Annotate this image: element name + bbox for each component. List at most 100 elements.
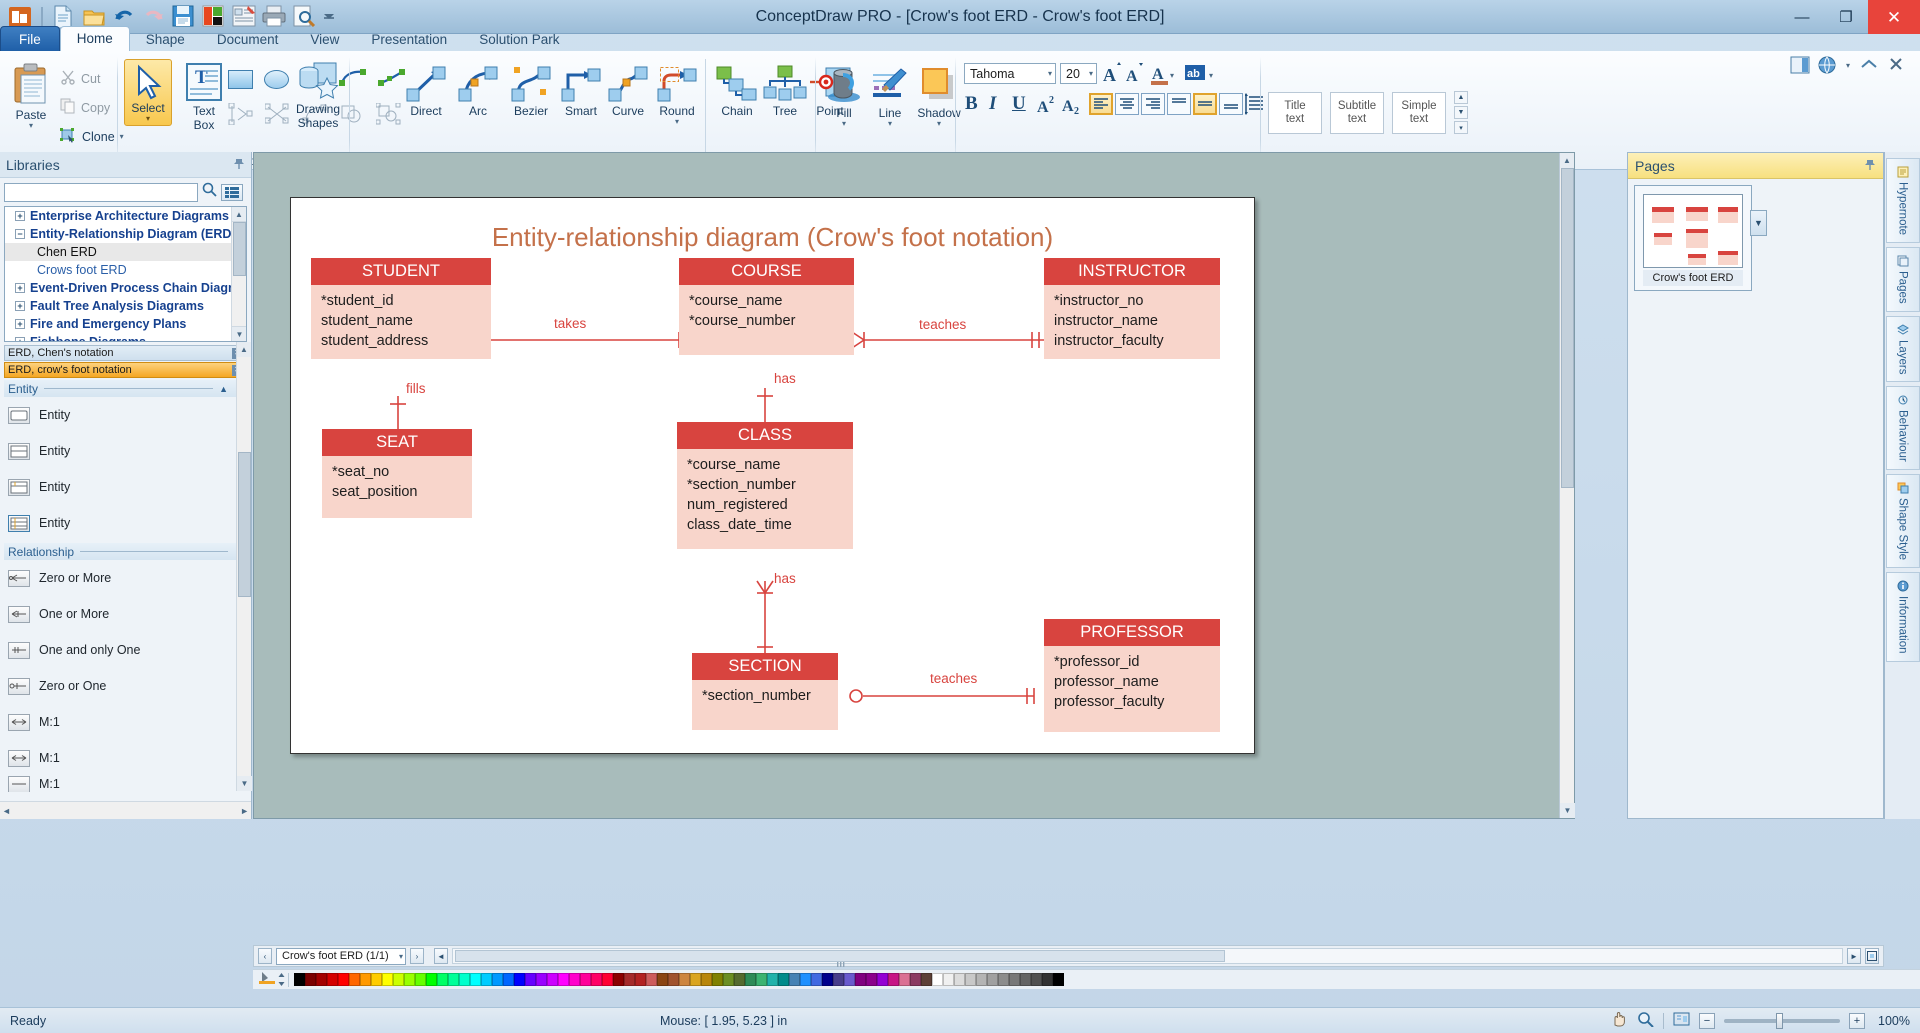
palette-scroll-icon[interactable] bbox=[278, 973, 285, 986]
fit-page-button[interactable] bbox=[1865, 948, 1879, 964]
color-swatch[interactable] bbox=[888, 973, 899, 986]
gallery-more-icon[interactable]: ▾ bbox=[1454, 121, 1468, 134]
clone-button[interactable]: Clone ▾ bbox=[60, 127, 124, 146]
smart-connector-button[interactable]: Smart bbox=[558, 65, 604, 117]
color-swatch[interactable] bbox=[657, 973, 668, 986]
window-controls[interactable]: — ❐ ✕ bbox=[1780, 0, 1920, 34]
color-swatch[interactable] bbox=[910, 973, 921, 986]
entity-instructor[interactable]: INSTRUCTOR *instructor_no instructor_nam… bbox=[1044, 258, 1220, 359]
close-button[interactable]: ✕ bbox=[1868, 0, 1920, 34]
expander-plus-icon[interactable]: + bbox=[15, 319, 25, 329]
color-swatch[interactable] bbox=[734, 973, 745, 986]
shrink-font-button[interactable]: A bbox=[1125, 62, 1145, 89]
list-view-icon[interactable] bbox=[221, 183, 243, 201]
valign-top-button[interactable] bbox=[1167, 93, 1191, 115]
pin-icon[interactable] bbox=[233, 157, 245, 173]
color-swatch[interactable] bbox=[712, 973, 723, 986]
color-swatch[interactable] bbox=[327, 973, 338, 986]
expander-plus-icon[interactable]: + bbox=[15, 211, 25, 221]
color-swatch[interactable] bbox=[349, 973, 360, 986]
library-shape-m-to-1-a[interactable]: M:1 bbox=[0, 704, 251, 740]
gallery-scroll-up-icon[interactable]: ▲ bbox=[1454, 91, 1468, 104]
color-swatch[interactable] bbox=[1031, 973, 1042, 986]
tab-file[interactable]: File bbox=[0, 26, 60, 52]
fill-color-indicator-icon[interactable] bbox=[259, 970, 275, 989]
zoom-in-button[interactable]: + bbox=[1849, 1012, 1865, 1029]
color-swatch[interactable] bbox=[822, 973, 833, 986]
paste-button[interactable]: Paste ▾ bbox=[6, 63, 56, 130]
color-swatch[interactable] bbox=[613, 973, 624, 986]
gallery-item-title-text[interactable]: Title text bbox=[1268, 91, 1322, 134]
scroll-right-button[interactable]: ► bbox=[1847, 948, 1861, 964]
color-swatch[interactable] bbox=[1042, 973, 1053, 986]
tree-item-event-driven-process-chain[interactable]: + Event-Driven Process Chain Diagram bbox=[5, 279, 246, 297]
library-shape-one-and-only-one[interactable]: One and only One bbox=[0, 632, 251, 668]
valign-bottom-button[interactable] bbox=[1219, 93, 1243, 115]
color-swatch[interactable] bbox=[679, 973, 690, 986]
color-swatch[interactable] bbox=[778, 973, 789, 986]
color-swatch[interactable] bbox=[811, 973, 822, 986]
subscript-button[interactable]: A2 bbox=[1062, 95, 1084, 120]
color-swatch[interactable] bbox=[316, 973, 327, 986]
color-swatch[interactable] bbox=[998, 973, 1009, 986]
color-swatch[interactable] bbox=[1020, 973, 1031, 986]
minimize-button[interactable]: — bbox=[1780, 0, 1824, 34]
font-size-select[interactable]: 20 ▾ bbox=[1060, 63, 1097, 84]
color-swatch[interactable] bbox=[646, 973, 657, 986]
color-swatch[interactable] bbox=[503, 973, 514, 986]
page-selector[interactable]: Crow's foot ERD (1/1) ▾ bbox=[276, 947, 406, 965]
font-color-dropdown-icon[interactable]: ▾ bbox=[1170, 71, 1174, 80]
scroll-left-icon[interactable]: ◄ bbox=[2, 806, 11, 816]
grow-font-button[interactable]: A bbox=[1102, 62, 1122, 89]
library-tab-crows-foot-notation[interactable]: ERD, crow's foot notation ✕ bbox=[4, 362, 247, 378]
chevron-up-icon[interactable]: ▲ bbox=[219, 384, 228, 394]
text-style-gallery[interactable]: Title text Subtitle text Simple text ▲ ▼ ▾ bbox=[1268, 91, 1468, 134]
fill-button[interactable]: Fill ▾ bbox=[822, 65, 866, 128]
color-swatch[interactable] bbox=[756, 973, 767, 986]
cut-button[interactable]: Cut bbox=[60, 69, 100, 88]
underline-button[interactable]: U bbox=[1012, 93, 1026, 115]
color-swatch[interactable] bbox=[437, 973, 448, 986]
tree-item-entity-relationship[interactable]: − Entity-Relationship Diagram (ERD) bbox=[5, 225, 246, 243]
color-swatch[interactable] bbox=[514, 973, 525, 986]
scroll-thumb[interactable] bbox=[233, 222, 246, 276]
library-shape-m-to-1-c[interactable]: M:1 bbox=[0, 776, 251, 792]
color-swatch[interactable] bbox=[723, 973, 734, 986]
color-swatch[interactable] bbox=[481, 973, 492, 986]
zoom-out-button[interactable]: − bbox=[1699, 1012, 1715, 1029]
scroll-left-button[interactable]: ◄ bbox=[434, 948, 448, 964]
curve-connector-button[interactable]: Curve bbox=[604, 65, 652, 117]
search-input[interactable] bbox=[4, 182, 198, 202]
color-swatch[interactable] bbox=[360, 973, 371, 986]
color-swatch[interactable] bbox=[459, 973, 470, 986]
color-swatch[interactable] bbox=[833, 973, 844, 986]
page-navigation-bar[interactable]: ‹ Crow's foot ERD (1/1) ▾ › ◄ ► bbox=[253, 945, 1884, 967]
libraries-search-row[interactable] bbox=[0, 178, 251, 206]
tree-item-enterprise-architecture[interactable]: + Enterprise Architecture Diagrams bbox=[5, 207, 246, 225]
tree-item-chen-erd[interactable]: Chen ERD bbox=[5, 243, 246, 261]
color-swatch[interactable] bbox=[701, 973, 712, 986]
library-shape-entity-2[interactable]: Entity bbox=[0, 433, 251, 469]
library-tab-chen-notation[interactable]: ERD, Chen's notation ✕ bbox=[4, 345, 247, 361]
page-thumbnail-dropdown[interactable]: ▼ bbox=[1750, 210, 1767, 236]
color-swatch[interactable] bbox=[525, 973, 536, 986]
library-shape-entity-3[interactable]: Entity bbox=[0, 469, 251, 505]
color-swatch[interactable] bbox=[404, 973, 415, 986]
color-swatch[interactable] bbox=[624, 973, 635, 986]
scroll-thumb[interactable] bbox=[238, 452, 251, 597]
search-icon[interactable] bbox=[202, 182, 217, 202]
line-button[interactable]: Line ▾ bbox=[868, 65, 912, 128]
dock-tab-layers[interactable]: Layers bbox=[1885, 315, 1920, 383]
dock-tab-information[interactable]: Information bbox=[1885, 572, 1920, 662]
library-shape-m-to-1-b[interactable]: M:1 bbox=[0, 740, 251, 776]
tree-item-crows-foot-erd[interactable]: Crows foot ERD bbox=[5, 261, 246, 279]
expander-minus-icon[interactable]: − bbox=[15, 229, 25, 239]
help-globe-icon[interactable] bbox=[1818, 56, 1836, 74]
scroll-down-icon[interactable]: ▼ bbox=[1560, 803, 1575, 818]
dock-tab-hypernote[interactable]: Hypernote bbox=[1885, 158, 1920, 244]
scroll-up-icon[interactable]: ▲ bbox=[1560, 153, 1574, 168]
hand-icon[interactable] bbox=[1610, 1011, 1628, 1030]
chain-connector-button[interactable]: Chain bbox=[712, 65, 762, 117]
color-swatch[interactable] bbox=[382, 973, 393, 986]
scroll-right-icon[interactable]: ► bbox=[240, 806, 249, 816]
